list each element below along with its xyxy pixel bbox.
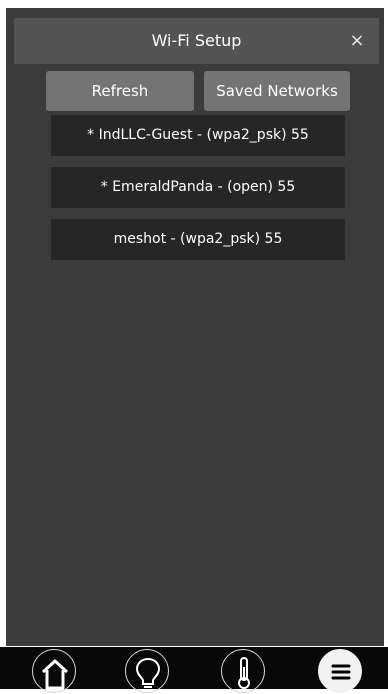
- page-title: Wi-Fi Setup: [151, 31, 242, 50]
- home-icon: [41, 659, 69, 690]
- thermometer-button[interactable]: [221, 649, 265, 693]
- network-item-indllc-guest[interactable]: * IndLLC-Guest - (wpa2_psk) 55: [51, 115, 345, 156]
- close-button[interactable]: ×: [345, 18, 369, 64]
- refresh-button[interactable]: Refresh: [46, 71, 194, 111]
- lightbulb-button[interactable]: [125, 649, 169, 693]
- wifi-setup-screen: Wi-Fi Setup × Refresh Saved Networks * I…: [6, 8, 384, 646]
- lightbulb-icon: [135, 657, 161, 691]
- network-item-meshot[interactable]: meshot - (wpa2_psk) 55: [51, 219, 345, 260]
- header-bar: Wi-Fi Setup ×: [14, 18, 379, 64]
- network-item-emeraldpanda[interactable]: * EmeraldPanda - (open) 55: [51, 167, 345, 208]
- home-button[interactable]: [32, 649, 76, 693]
- saved-networks-button[interactable]: Saved Networks: [204, 71, 350, 111]
- bottom-navigation-bar: [0, 647, 388, 693]
- thermometer-icon: [238, 657, 250, 689]
- menu-button[interactable]: [318, 649, 362, 693]
- menu-icon: [331, 664, 351, 680]
